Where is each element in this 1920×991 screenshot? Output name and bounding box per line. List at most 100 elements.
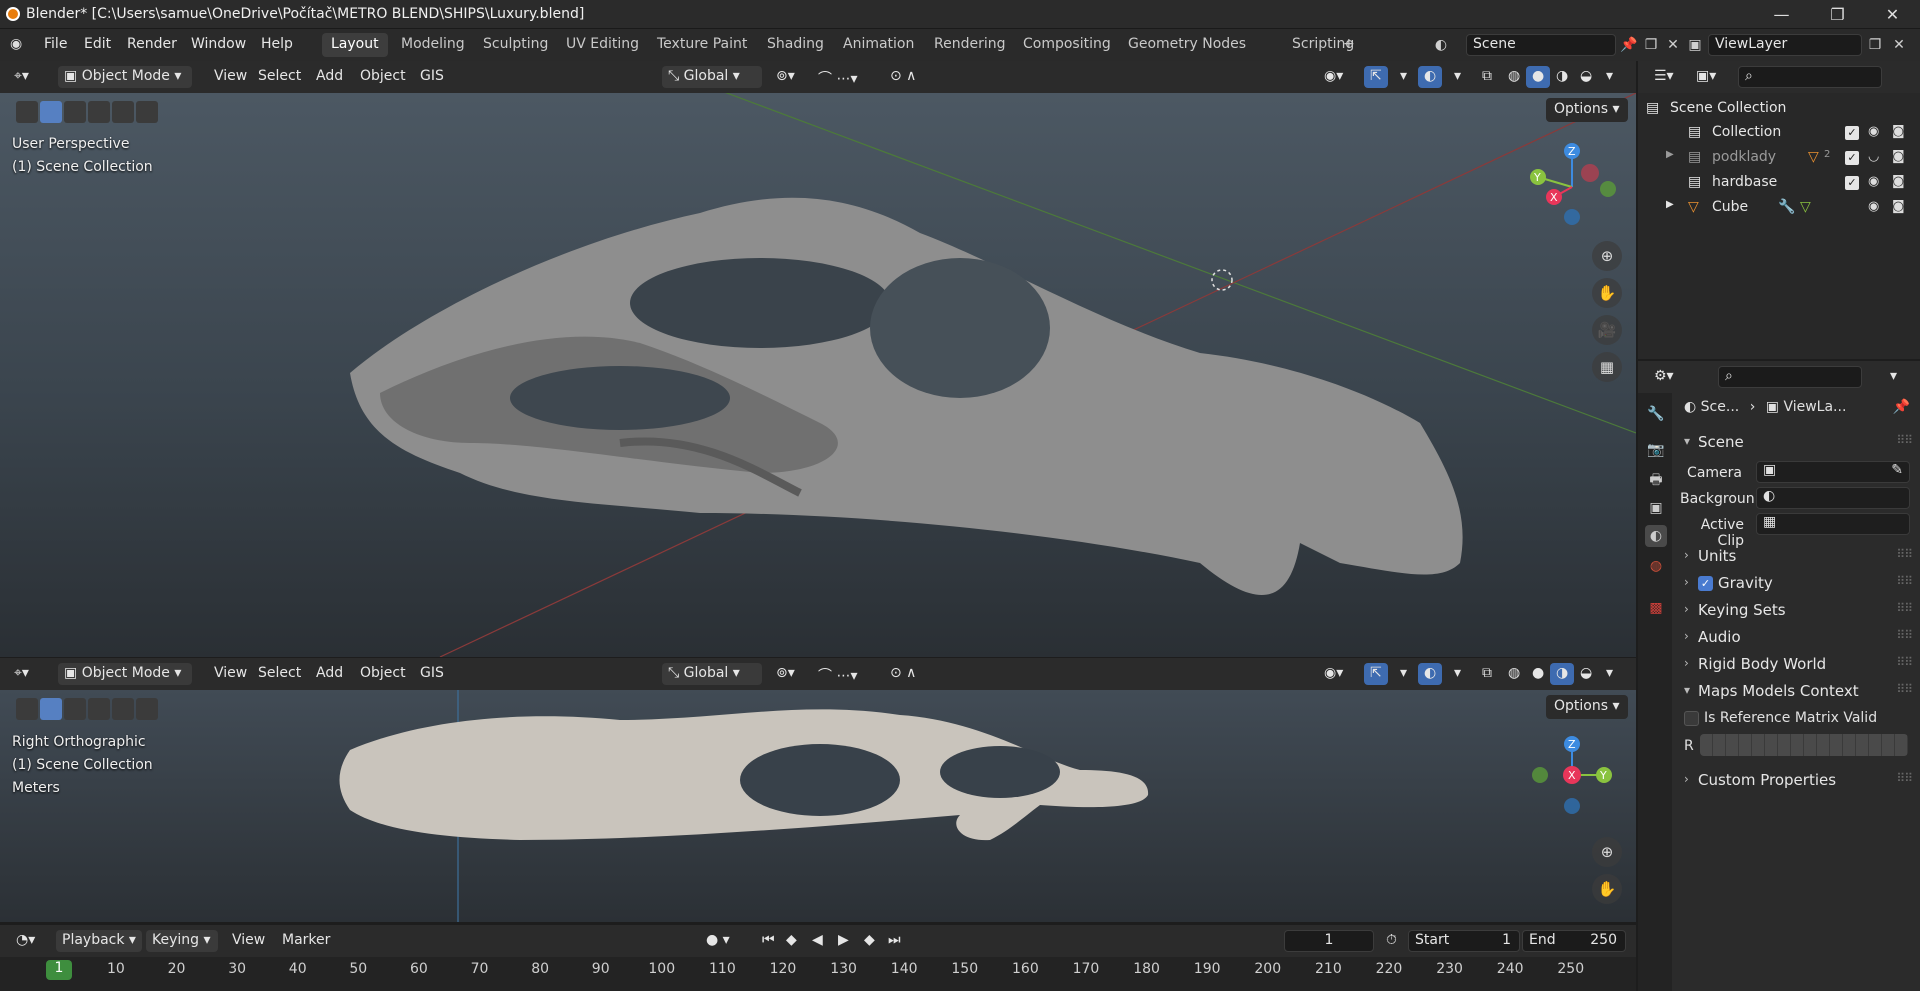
world-tab-icon[interactable]: ◍ — [1645, 555, 1667, 577]
prev-keyframe-icon[interactable]: ◆ — [780, 930, 803, 952]
menu-add[interactable]: Add — [310, 663, 349, 685]
section-audio[interactable]: › Audio ⠿⠿ — [1674, 623, 1920, 653]
drag-handle-icon[interactable]: ⠿⠿ — [1896, 655, 1913, 669]
camera-icon[interactable]: ◙ — [1892, 149, 1905, 164]
active-clip-field[interactable]: ▦ — [1756, 513, 1910, 535]
end-frame-field[interactable]: End 250 — [1522, 930, 1626, 952]
menu-window[interactable]: Window — [191, 36, 246, 52]
viewport-3d-bottom[interactable]: Right Orthographic (1) Scene Collection … — [0, 690, 1636, 922]
gizmo-dropdown[interactable]: ▾ — [1394, 66, 1413, 88]
camera-icon[interactable]: ◙ — [1892, 199, 1905, 214]
reference-matrix-checkbox[interactable] — [1684, 711, 1699, 726]
outliner-item-scene-collection[interactable]: ▤ Scene Collection — [1638, 97, 1920, 121]
drag-handle-icon[interactable]: ⠿⠿ — [1896, 574, 1913, 588]
stopwatch-icon[interactable]: ⏱ — [1380, 930, 1403, 952]
exclude-checkbox[interactable]: ✓ — [1845, 126, 1859, 140]
tab-shading[interactable]: Shading — [758, 33, 833, 57]
outliner-item-podklady[interactable]: ▶ ▤ podklady ▽ 2 ✓ ◡ ◙ — [1638, 146, 1920, 170]
xray-icon[interactable]: ⧉ — [1476, 66, 1498, 88]
minimize-button[interactable]: — — [1754, 0, 1809, 29]
tab-sculpting[interactable]: Sculpting — [474, 33, 557, 57]
transform-orientation-select[interactable]: ⤡ Global ▾ — [662, 663, 762, 685]
overlay-dropdown[interactable]: ▾ — [1448, 663, 1467, 685]
keying-menu[interactable]: Keying ▾ — [146, 930, 218, 952]
zoom-icon[interactable]: ⊕ — [1592, 837, 1622, 867]
overlay-dropdown[interactable]: ▾ — [1448, 66, 1467, 88]
overlay-toggle-icon[interactable]: ◐ — [1418, 663, 1443, 685]
gizmo-toggle-icon[interactable]: ⇱ — [1364, 663, 1388, 685]
outliner-editor-icon[interactable]: ☰▾ — [1648, 66, 1680, 88]
expand-icon[interactable]: ▶ — [1666, 149, 1674, 160]
current-frame-indicator[interactable]: 1 — [46, 960, 72, 980]
select-extend-icon[interactable] — [64, 698, 86, 720]
playback-menu[interactable]: Playback ▾ — [56, 930, 142, 952]
new-viewlayer-icon[interactable]: ❐ — [1866, 36, 1884, 54]
properties-options-dropdown[interactable]: ▾ — [1884, 366, 1903, 388]
section-gravity[interactable]: › ✓ Gravity ⠿⠿ — [1674, 569, 1920, 599]
zoom-icon[interactable]: ⊕ — [1592, 241, 1622, 271]
menu-view[interactable]: View — [208, 66, 253, 88]
pin-icon[interactable]: 📌 — [1893, 399, 1910, 415]
drag-handle-icon[interactable]: ⠿⠿ — [1896, 682, 1913, 696]
camera-icon[interactable]: ◙ — [1892, 174, 1905, 189]
eyedropper-icon[interactable]: ✎ — [1891, 462, 1903, 478]
viewlayer-icon[interactable]: ▣ — [1686, 36, 1704, 54]
display-mode-icon[interactable]: ▣▾ — [1690, 66, 1722, 88]
options-button[interactable]: Options ▾ — [1546, 98, 1628, 122]
next-keyframe-icon[interactable]: ◆ — [858, 930, 881, 952]
jump-start-icon[interactable]: ⏮ — [756, 930, 781, 952]
drag-handle-icon[interactable]: ⠿⠿ — [1896, 433, 1913, 447]
shading-rendered-icon[interactable]: ◒ — [1574, 66, 1598, 88]
gizmo-dropdown[interactable]: ▾ — [1394, 663, 1413, 685]
menu-render[interactable]: Render — [127, 36, 177, 52]
tab-compositing[interactable]: Compositing — [1014, 33, 1120, 57]
menu-marker[interactable]: Marker — [276, 930, 336, 952]
select-extend-icon[interactable] — [64, 101, 86, 123]
drag-handle-icon[interactable]: ⠿⠿ — [1896, 628, 1913, 642]
camera-view-icon[interactable]: 🎥 — [1592, 315, 1622, 345]
select-cursor-icon[interactable] — [16, 698, 38, 720]
play-icon[interactable]: ▶ — [832, 930, 855, 952]
exclude-checkbox[interactable]: ✓ — [1845, 151, 1859, 165]
menu-help[interactable]: Help — [261, 36, 293, 52]
shading-wireframe-icon[interactable]: ◍ — [1502, 663, 1526, 685]
eye-icon[interactable]: ◉ — [1868, 124, 1879, 139]
tab-modeling[interactable]: Modeling — [392, 33, 474, 57]
shading-material-icon[interactable]: ◑ — [1550, 663, 1575, 685]
drag-handle-icon[interactable]: ⠿⠿ — [1896, 771, 1913, 785]
r-matrix-field[interactable] — [1700, 734, 1908, 756]
record-icon[interactable]: ● ▾ — [700, 930, 736, 952]
properties-editor-icon[interactable]: ⚙▾ — [1648, 366, 1680, 388]
outliner-item-hardbase[interactable]: ▤ hardbase ✓ ◉ ◙ — [1638, 171, 1920, 195]
mode-select[interactable]: ▣ Object Mode ▾ — [58, 663, 192, 685]
mode-select[interactable]: ▣ Object Mode ▾ — [58, 66, 192, 88]
menu-gis[interactable]: GIS — [414, 663, 450, 685]
shading-solid-icon[interactable]: ● — [1526, 663, 1550, 685]
eye-icon[interactable]: ◉ — [1868, 199, 1879, 214]
options-button[interactable]: Options ▾ — [1546, 695, 1628, 719]
visibility-icon[interactable]: ◉▾ — [1318, 663, 1349, 685]
menu-view[interactable]: View — [208, 663, 253, 685]
drag-handle-icon[interactable]: ⠿⠿ — [1896, 601, 1913, 615]
proportional-edit-icon[interactable]: ⊙ ∧ — [884, 66, 922, 88]
pan-hand-icon[interactable]: ✋ — [1592, 874, 1622, 904]
select-tool-group[interactable] — [16, 698, 158, 720]
tool-tab-icon[interactable]: 🔧 — [1645, 403, 1667, 425]
section-custom-properties[interactable]: › Custom Properties ⠿⠿ — [1674, 766, 1920, 796]
shading-wireframe-icon[interactable]: ◍ — [1502, 66, 1526, 88]
maximize-button[interactable]: ❐ — [1810, 0, 1865, 29]
pan-hand-icon[interactable]: ✋ — [1592, 278, 1622, 308]
output-tab-icon[interactable]: 🖶 — [1645, 469, 1667, 491]
select-invert-icon[interactable] — [112, 698, 134, 720]
navigation-gizmo[interactable]: Z Y X — [1518, 734, 1628, 834]
scene-tab-icon[interactable]: ◐ — [1645, 525, 1667, 547]
blender-menu-icon[interactable]: ◉ — [10, 36, 22, 52]
menu-view[interactable]: View — [226, 930, 271, 952]
delete-scene-icon[interactable]: ✕ — [1664, 36, 1682, 54]
new-scene-icon[interactable]: ❐ — [1642, 36, 1660, 54]
menu-select[interactable]: Select — [252, 66, 307, 88]
render-tab-icon[interactable]: 📷 — [1645, 439, 1667, 461]
snap-icon[interactable]: ⌒ ⋯▾ — [812, 663, 863, 685]
drag-handle-icon[interactable]: ⠿⠿ — [1896, 547, 1913, 561]
gizmo-toggle-icon[interactable]: ⇱ — [1364, 66, 1388, 88]
